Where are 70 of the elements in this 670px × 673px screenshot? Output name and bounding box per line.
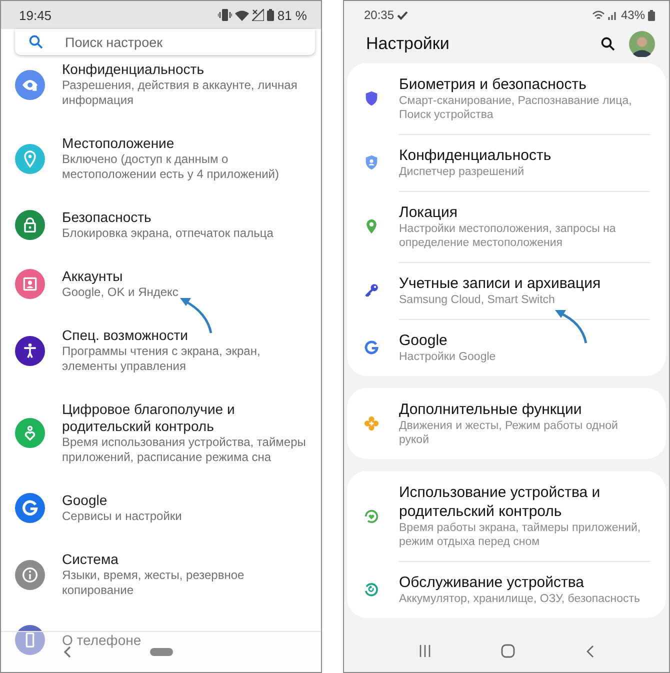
setting-title[interactable]: Спец. возможности <box>62 327 313 344</box>
setting-title[interactable]: Местоположение <box>62 135 313 152</box>
setting-title[interactable]: Локация <box>399 203 642 222</box>
avatar-icon[interactable] <box>629 31 655 57</box>
setting-subtitle: Настройки Google <box>399 350 496 364</box>
setting-subtitle: Аккумулятор, хранилище, ОЗУ, безопасность <box>399 592 640 606</box>
setting-subtitle: Языки, время, жесты, резервное копирование <box>62 568 246 598</box>
setting-subtitle: Время использования устройства, таймеры приложений, расписание режима сна <box>62 435 307 465</box>
setting-title[interactable]: Учетные записи и архивация <box>399 274 601 293</box>
lock-icon <box>15 210 45 240</box>
setting-title[interactable]: Дополнительные функции <box>399 400 642 419</box>
battery-icon <box>648 10 655 20</box>
refresh-ring-icon <box>363 581 380 598</box>
setting-title[interactable]: Использование устройства и родительский контроль <box>399 483 652 521</box>
wifi-icon <box>235 10 250 20</box>
shield-person-icon <box>363 154 380 171</box>
setting-subtitle: Движения и жесты, Режим работы одной рукой <box>399 419 619 447</box>
setting-title[interactable]: Конфиденциальность <box>62 61 313 78</box>
setting-title[interactable]: Биометрия и безопасность <box>399 75 642 94</box>
accessibility-icon <box>15 336 45 366</box>
page-title: Настройки <box>366 34 450 54</box>
setting-title[interactable]: Безопасность <box>62 209 274 226</box>
info-icon <box>15 560 45 590</box>
no-signal-icon <box>252 9 264 21</box>
google-icon <box>15 493 45 523</box>
check-icon <box>397 10 408 20</box>
setting-title[interactable]: Google <box>399 331 496 350</box>
flower-icon <box>363 415 380 432</box>
back-icon[interactable] <box>63 646 71 658</box>
setting-subtitle: Настройки местоположения, запросы на определение местоположения <box>399 222 617 250</box>
location-pin-icon <box>15 144 45 174</box>
setting-subtitle: Включено (доступ к данным о местоположении есть у 4 приложений) <box>62 152 280 182</box>
key-icon <box>363 282 380 299</box>
battery-level: 43% <box>620 8 645 22</box>
battery-level: 81 % <box>277 8 307 22</box>
setting-subtitle: Разрешения, действия в аккаунте, личная информация <box>62 78 298 108</box>
setting-subtitle: Диспетчер разрешений <box>399 165 525 179</box>
wifi-icon <box>592 10 605 20</box>
status-time: 19:45 <box>19 8 52 22</box>
google-icon <box>363 339 380 356</box>
setting-subtitle: Смарт-сканирование, Распознавание лица, Поиск устройства <box>399 94 633 122</box>
setting-subtitle: Блокировка экрана, отпечаток пальца <box>62 226 274 241</box>
back-icon[interactable] <box>586 644 594 658</box>
setting-title[interactable]: Конфиденциальность <box>399 146 552 165</box>
setting-subtitle: Google, OK и Яндекс <box>62 285 178 300</box>
setting-subtitle: Программы чтения с экрана, экран, элементы управления <box>62 344 262 374</box>
setting-title[interactable]: Google <box>62 492 182 509</box>
setting-subtitle: Время работы экрана, таймеры приложений, режим отдыха перед сном <box>399 521 642 549</box>
setting-title[interactable]: Аккаунты <box>62 268 178 285</box>
signal-icon <box>608 10 618 20</box>
status-time: 20:35 <box>364 8 394 22</box>
setting-subtitle: Samsung Cloud, Smart Switch <box>399 293 556 307</box>
eye-icon <box>15 70 45 100</box>
search-icon[interactable] <box>601 37 615 51</box>
heart-person-icon <box>15 418 45 448</box>
setting-title[interactable]: Система <box>62 551 313 568</box>
heart-ring-icon <box>363 508 380 524</box>
setting-title[interactable]: Обслуживание устройства <box>399 573 640 592</box>
vibrate-icon <box>218 9 232 21</box>
recents-icon[interactable] <box>419 645 432 657</box>
setting-title[interactable]: О телефоне <box>62 632 142 648</box>
search-field[interactable]: Поиск настроек <box>15 29 315 55</box>
account-icon <box>15 269 45 299</box>
phone-icon <box>15 625 45 655</box>
battery-icon <box>267 9 274 21</box>
home-icon[interactable] <box>501 644 516 658</box>
setting-title[interactable]: Цифровое благополучие и родительский контроль <box>62 401 313 435</box>
setting-subtitle: Сервисы и настройки <box>62 509 182 524</box>
shield-icon <box>363 90 380 107</box>
home-button[interactable] <box>150 648 172 656</box>
